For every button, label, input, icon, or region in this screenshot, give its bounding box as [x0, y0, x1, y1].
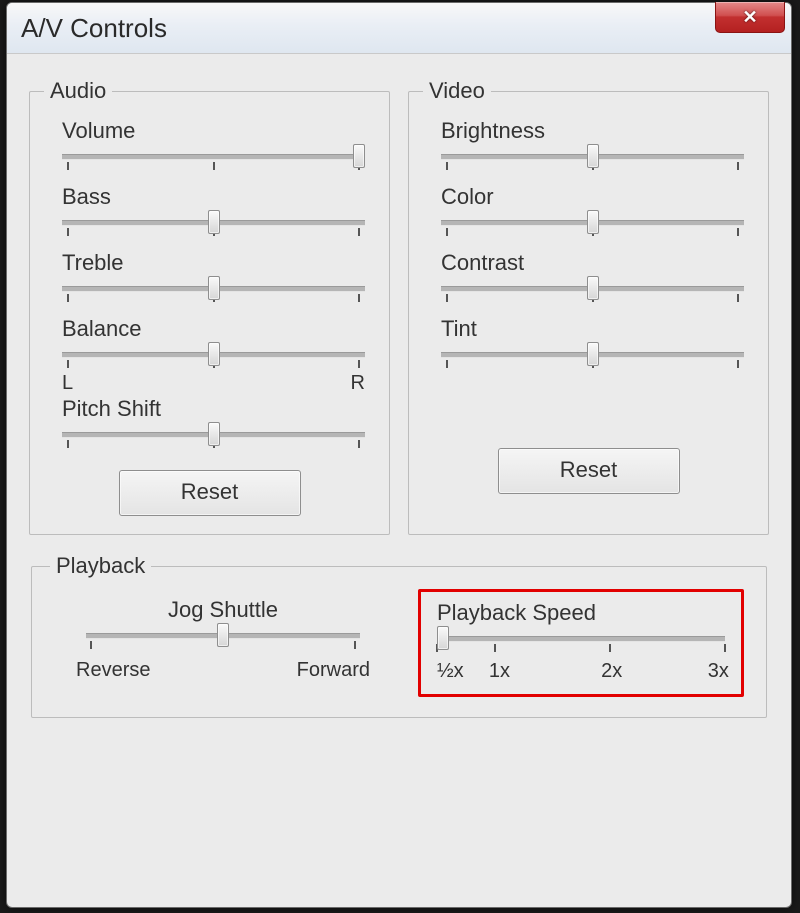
treble-thumb[interactable]: [208, 276, 220, 300]
tint-slider[interactable]: [441, 344, 744, 374]
bass-label: Bass: [62, 184, 365, 210]
brightness-control: Brightness: [423, 116, 754, 182]
jog-reverse-label: Reverse: [76, 659, 150, 682]
balance-r: R: [351, 372, 365, 395]
bass-control: Bass: [44, 182, 375, 248]
contrast-control: Contrast: [423, 248, 754, 314]
balance-label: Balance: [62, 316, 365, 342]
jog-shuttle-control: Jog Shuttle Reverse Forward: [50, 593, 390, 699]
volume-control: Volume: [44, 116, 375, 182]
volume-slider[interactable]: [62, 146, 365, 176]
treble-control: Treble: [44, 248, 375, 314]
contrast-slider[interactable]: [441, 278, 744, 308]
audio-group: Audio Volume Bass: [29, 78, 390, 535]
playback-speed-section: Playback Speed ½x: [408, 593, 748, 699]
balance-l: L: [62, 372, 73, 395]
balance-slider[interactable]: [62, 344, 365, 374]
treble-label: Treble: [62, 250, 365, 276]
close-button[interactable]: ✕: [715, 2, 785, 33]
color-control: Color: [423, 182, 754, 248]
balance-thumb[interactable]: [208, 342, 220, 366]
pitchshift-thumb[interactable]: [208, 422, 220, 446]
playback-speed-highlight: Playback Speed ½x: [418, 589, 744, 697]
brightness-thumb[interactable]: [587, 144, 599, 168]
brightness-slider[interactable]: [441, 146, 744, 176]
treble-slider[interactable]: [62, 278, 365, 308]
tint-thumb[interactable]: [587, 342, 599, 366]
jog-slider[interactable]: [86, 625, 360, 655]
client-area: Audio Volume Bass: [7, 54, 791, 740]
tint-label: Tint: [441, 316, 744, 342]
playback-group: Playback Jog Shuttle Reverse Forward: [31, 553, 767, 718]
av-controls-window: A/V Controls ✕ Audio Volume Bass: [6, 2, 792, 908]
jog-forward-label: Forward: [297, 659, 370, 682]
jog-thumb[interactable]: [217, 623, 229, 647]
color-label: Color: [441, 184, 744, 210]
contrast-thumb[interactable]: [587, 276, 599, 300]
balance-control: Balance L R: [44, 314, 375, 400]
bass-slider[interactable]: [62, 212, 365, 242]
audio-reset-button[interactable]: Reset: [119, 470, 301, 516]
titlebar[interactable]: A/V Controls ✕: [7, 3, 791, 54]
speed-scale: ½x 1x 2x 3x: [437, 660, 725, 684]
video-reset-button[interactable]: Reset: [498, 448, 680, 494]
jog-label: Jog Shuttle: [66, 597, 380, 623]
color-thumb[interactable]: [587, 210, 599, 234]
playback-legend: Playback: [50, 553, 151, 579]
tint-control: Tint: [423, 314, 754, 380]
color-slider[interactable]: [441, 212, 744, 242]
speed-thumb[interactable]: [437, 626, 449, 650]
pitchshift-slider[interactable]: [62, 424, 365, 454]
brightness-label: Brightness: [441, 118, 744, 144]
speed-label: Playback Speed: [437, 600, 725, 626]
speed-slider[interactable]: [437, 628, 725, 658]
video-legend: Video: [423, 78, 491, 104]
window-title: A/V Controls: [21, 13, 167, 44]
volume-label: Volume: [62, 118, 365, 144]
contrast-label: Contrast: [441, 250, 744, 276]
bass-thumb[interactable]: [208, 210, 220, 234]
close-icon: ✕: [742, 7, 757, 28]
audio-legend: Audio: [44, 78, 112, 104]
volume-thumb[interactable]: [353, 144, 365, 168]
video-group: Video Brightness Color: [408, 78, 769, 535]
pitchshift-control: Pitch Shift: [44, 394, 375, 460]
pitchshift-label: Pitch Shift: [62, 396, 365, 422]
